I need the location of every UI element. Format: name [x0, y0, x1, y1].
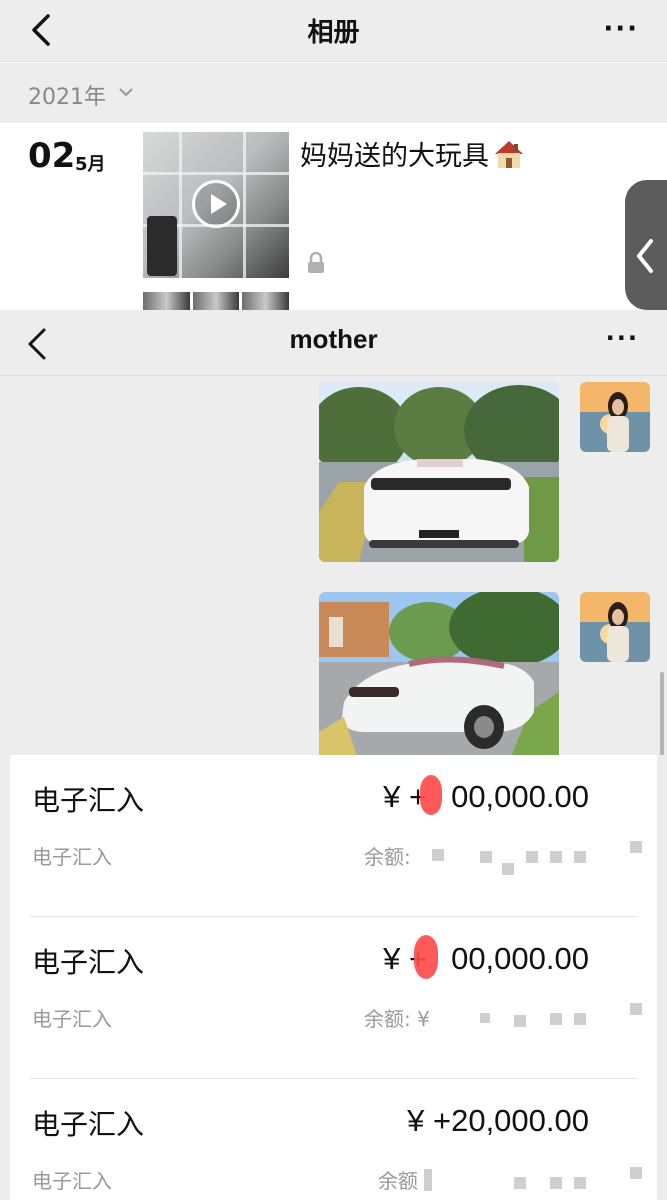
amount-value: 00,000.00 — [451, 941, 589, 976]
chat-image-car-rear[interactable] — [319, 382, 559, 562]
side-drawer-handle[interactable] — [625, 180, 667, 310]
more-menu-icon[interactable]: ··· — [606, 324, 639, 352]
transaction-amount: ¥ +00,000.00 — [383, 779, 589, 815]
chat-nav-bar: mother ··· — [0, 310, 667, 376]
chevron-down-icon — [119, 88, 133, 97]
balance-label: 余额: — [364, 845, 411, 869]
transaction-type: 电子汇入 — [32, 946, 145, 979]
transaction-row[interactable]: 电子汇入 电子汇入 ¥ +00,000.00 余额: — [10, 755, 657, 917]
post-caption-text: 妈妈送的大玩具 — [300, 141, 489, 172]
year-filter[interactable]: 2021年 — [0, 63, 667, 123]
chat-image-car-side[interactable] — [319, 592, 559, 755]
play-icon[interactable] — [192, 180, 240, 228]
post-day: 02 — [28, 136, 76, 176]
transaction-subtype: 电子汇入 — [32, 1007, 112, 1031]
redaction-mark — [414, 935, 438, 979]
bank-transactions-panel: 电子汇入 电子汇入 ¥ +00,000.00 余额: 电子汇入 电子汇入 ¥ +… — [10, 755, 657, 1200]
transaction-subtype: 电子汇入 — [32, 845, 112, 869]
amount-value: 00,000.00 — [451, 779, 589, 814]
screenshot-collage: 相册 ··· 2021年 02 5月 妈妈送的大玩具 mother ··· 电子… — [0, 0, 667, 1200]
post-month: 5月 — [75, 154, 106, 175]
post-caption: 妈妈送的大玩具 — [300, 134, 525, 173]
house-emoji-icon — [495, 141, 523, 168]
transaction-row[interactable]: 电子汇入 电子汇入 ¥ +00,000.00 余额: ¥ — [10, 917, 657, 1079]
redaction-mark — [420, 775, 442, 815]
album-post[interactable]: 02 5月 妈妈送的大玩具 — [0, 124, 667, 310]
chat-scrollbar[interactable] — [660, 672, 664, 755]
next-post-thumbnails[interactable] — [143, 292, 290, 310]
album-title: 相册 — [307, 18, 360, 48]
transaction-row[interactable]: 电子汇入 电子汇入 ¥ +20,000.00 余额 — [10, 1079, 657, 1200]
contact-avatar[interactable] — [580, 592, 650, 662]
transaction-type: 电子汇入 — [32, 1108, 145, 1141]
blurred-balance — [432, 849, 444, 861]
balance-label: 余额: ¥ — [364, 1007, 430, 1031]
album-panel: 相册 ··· 2021年 02 5月 妈妈送的大玩具 — [0, 0, 667, 310]
transaction-amount: ¥ +20,000.00 — [407, 1103, 589, 1138]
chat-title: mother — [289, 324, 378, 354]
transaction-type: 电子汇入 — [32, 784, 145, 817]
album-nav-bar: 相册 ··· — [0, 0, 667, 62]
lock-icon — [308, 252, 324, 273]
chevron-left-icon — [636, 239, 653, 273]
chat-panel: mother ··· — [0, 310, 667, 755]
year-label: 2021年 — [28, 85, 106, 110]
transaction-subtype: 电子汇入 — [32, 1169, 112, 1193]
contact-avatar[interactable] — [580, 382, 650, 452]
more-menu-icon[interactable]: ··· — [603, 14, 639, 44]
balance-label: 余额 — [378, 1169, 418, 1193]
